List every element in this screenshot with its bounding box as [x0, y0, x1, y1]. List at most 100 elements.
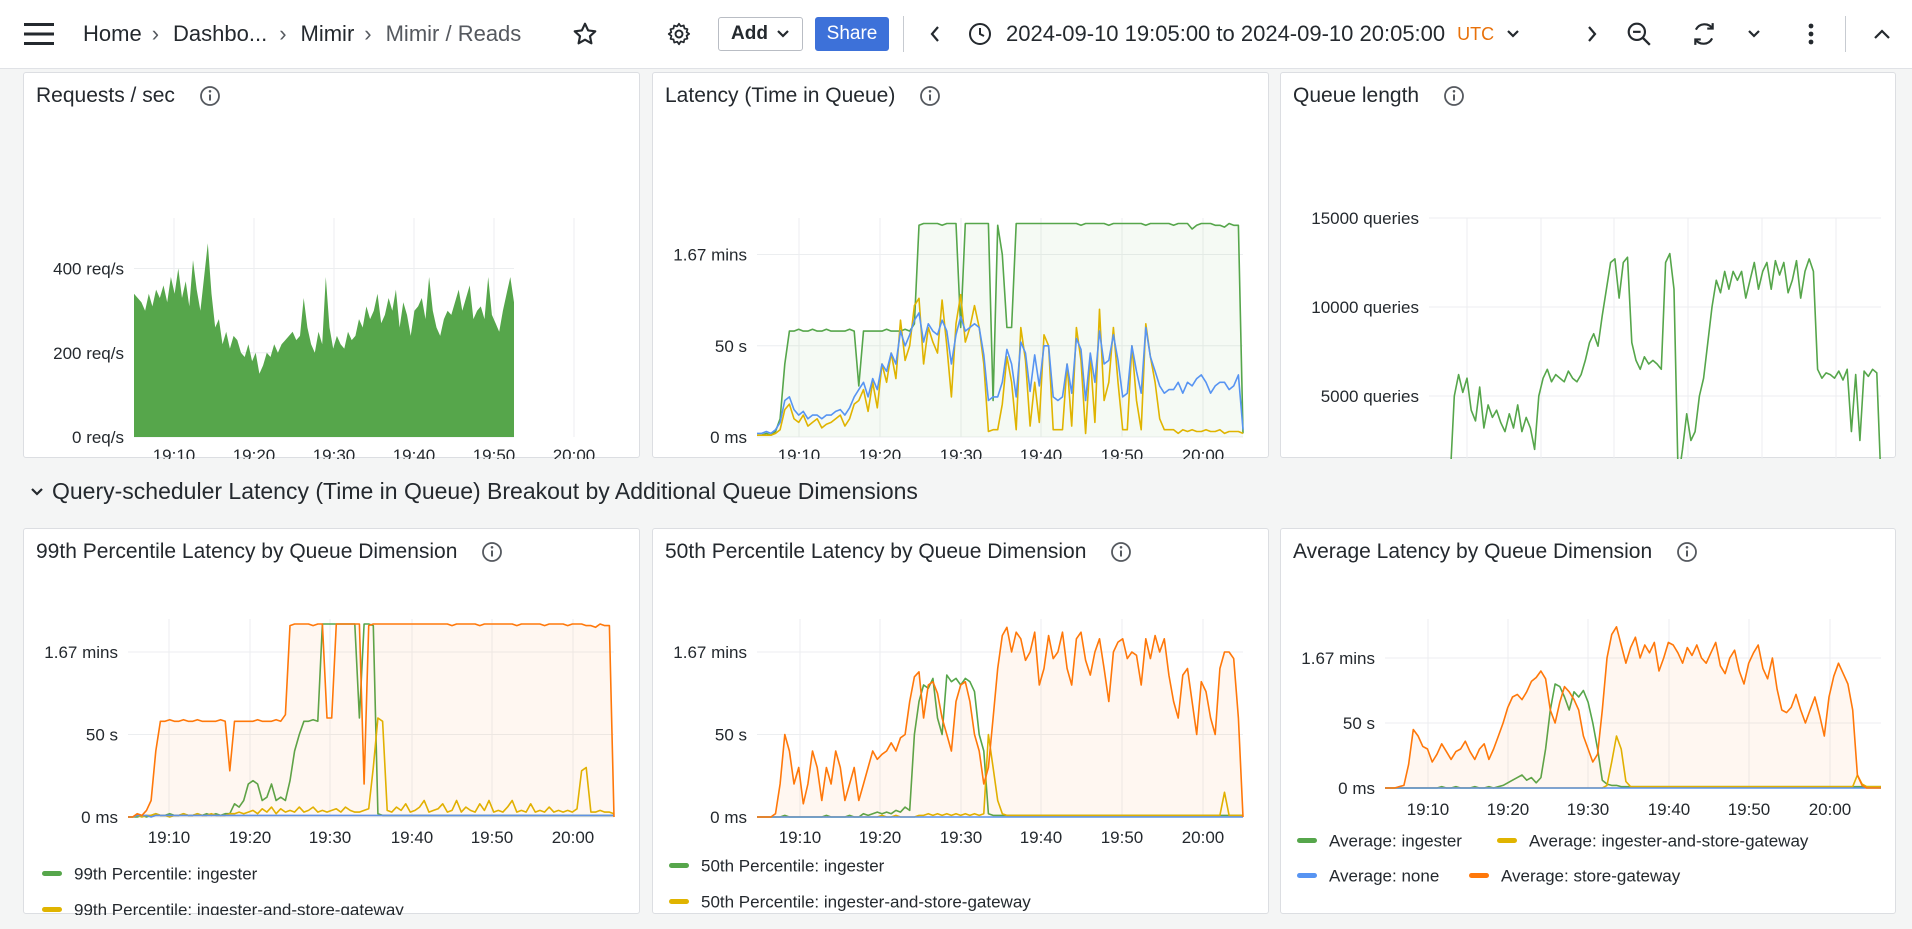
x-tick-label: 19:10	[779, 828, 822, 847]
panel-queue[interactable]: Queue length 0 queries5000 queries10000 …	[1280, 72, 1896, 459]
add-button[interactable]: Add	[718, 17, 803, 51]
panel-avg[interactable]: Average Latency by Queue Dimension 0 ms 5…	[1280, 528, 1896, 914]
legend-label: Average: ingester-and-store-gateway	[1529, 832, 1809, 851]
x-tick-label: 19:50	[1728, 800, 1771, 819]
y-tick-label: 0 ms	[710, 428, 747, 447]
y-tick-label: 1.67 mins	[673, 643, 747, 662]
y-tick-label: 50 s	[86, 726, 118, 745]
y-tick-label: 0 ms	[81, 808, 118, 827]
x-tick-label: 20:00	[553, 446, 596, 459]
chevron-down-icon	[776, 29, 790, 39]
x-tick-label: 19:50	[1101, 828, 1144, 847]
x-tick-label: 20:00	[552, 828, 595, 847]
refresh-icon[interactable]	[1689, 20, 1719, 48]
legend-swatch	[669, 899, 689, 904]
series-area-0	[134, 243, 514, 437]
chart-requests: 0 req/s 200 req/s 400 req/s 19:10 19:20 19:30…	[53, 218, 596, 459]
legend-swatch	[42, 871, 62, 876]
y-tick-label: 1.67 mins	[673, 246, 747, 265]
row-header[interactable]: Query-scheduler Latency (Time in Queue) …	[30, 478, 918, 505]
time-range-picker[interactable]: 2024-09-10 19:05:00 to 2024-09-10 20:05:…	[968, 0, 1520, 68]
y-tick-label: 400 req/s	[53, 260, 124, 279]
x-tick-label: 19:10	[1407, 800, 1450, 819]
legend-swatch	[1497, 838, 1517, 843]
panel-p50[interactable]: 50th Percentile Latency by Queue Dimensi…	[652, 528, 1269, 914]
chevron-right-icon: ›	[364, 21, 372, 46]
breadcrumb-mimir[interactable]: Mimir	[301, 21, 355, 47]
x-tick-label: 19:30	[309, 828, 352, 847]
share-button-label: Share	[826, 23, 878, 44]
x-tick-label: 19:20	[859, 446, 902, 459]
y-tick-label: 15000 queries	[1311, 209, 1419, 228]
y-tick-label: 50 s	[1343, 714, 1375, 733]
chevron-right-icon: ›	[151, 21, 160, 46]
x-tick-label: 19:30	[940, 446, 983, 459]
panel-requests[interactable]: Requests / sec 0 req/s 200 req/s 400 req/s…	[23, 72, 640, 459]
chart-queue: 0 queries5000 queries10000 queries15000 …	[1311, 209, 1881, 459]
chevron-down-icon	[30, 487, 44, 497]
x-tick-label: 19:30	[1567, 800, 1610, 819]
zoom-out-icon[interactable]	[1624, 20, 1654, 48]
y-tick-label: 50 s	[715, 337, 747, 356]
y-tick-label: 10000 queries	[1311, 298, 1419, 317]
chart-avg: 0 ms 50 s 1.67 mins 19:10 19:20 19:30 19:40 19:…	[1297, 619, 1881, 886]
x-tick-label: 19:20	[1487, 800, 1530, 819]
x-tick-label: 19:30	[940, 828, 983, 847]
x-tick-label: 19:20	[859, 828, 902, 847]
x-tick-label: 19:50	[471, 828, 514, 847]
y-tick-label: 1.67 mins	[44, 643, 118, 662]
chart-p99: 0 ms 50 s 1.67 mins 19:10 19:20 19:30 19:40 19:…	[42, 619, 615, 916]
share-button[interactable]: Share	[815, 17, 889, 51]
chart-latency: 0 ms 50 s 1.67 mins 19:10 19:20 19:30 19:40 19:…	[673, 218, 1244, 459]
y-tick-label: 0 ms	[710, 808, 747, 827]
x-tick-label: 19:40	[1648, 800, 1691, 819]
y-tick-label: 50 s	[715, 726, 747, 745]
y-tick-label: 200 req/s	[53, 344, 124, 363]
chevron-down-icon[interactable]	[1742, 24, 1766, 44]
time-range-text: 2024-09-10 19:05:00 to 2024-09-10 20:05:…	[1006, 21, 1446, 46]
x-tick-label: 19:20	[229, 828, 272, 847]
chart-p50: 0 ms 50 s 1.67 mins 19:10 19:20 19:30 19:40 19:…	[669, 619, 1244, 912]
x-tick-label: 20:00	[1182, 446, 1225, 459]
legend-swatch	[1297, 873, 1317, 878]
star-icon[interactable]	[571, 20, 599, 48]
x-tick-label: 19:20	[233, 446, 276, 459]
panel-p99[interactable]: 99th Percentile Latency by Queue Dimensi…	[23, 528, 640, 916]
panel-latency[interactable]: Latency (Time in Queue) 0 ms 50 s 1.67 min…	[652, 72, 1269, 459]
legend-swatch	[669, 863, 689, 868]
timezone-label: UTC	[1457, 23, 1495, 44]
legend-swatch	[1297, 838, 1317, 843]
toolbar-divider	[1845, 16, 1846, 52]
kebab-menu-icon[interactable]	[1798, 20, 1824, 48]
chevron-up-icon[interactable]	[1870, 22, 1894, 46]
series-area-3	[1385, 626, 1881, 788]
gear-icon[interactable]	[665, 20, 693, 48]
x-tick-label: 19:40	[1020, 828, 1063, 847]
breadcrumb-home[interactable]: Home	[83, 21, 142, 47]
chevron-down-icon	[1506, 29, 1520, 39]
breadcrumb-dashboards[interactable]: Dashbo...	[173, 21, 267, 47]
breadcrumb: Home › Dashbo... › Mimir › Mimir / Reads	[83, 0, 521, 68]
y-tick-label: 0 req/s	[72, 428, 124, 447]
toolbar-divider	[903, 16, 904, 52]
menu-icon[interactable]	[22, 18, 56, 50]
chevron-left-icon[interactable]	[923, 22, 947, 46]
row-title: Query-scheduler Latency (Time in Queue) …	[52, 478, 918, 504]
legend-label: Average: none	[1329, 867, 1439, 886]
chevron-right-icon[interactable]	[1580, 22, 1604, 46]
y-tick-label: 1.67 mins	[1301, 649, 1375, 668]
x-tick-label: 19:40	[393, 446, 436, 459]
legend-swatch	[42, 907, 62, 912]
legend-label: Average: ingester	[1329, 832, 1462, 851]
x-tick-label: 20:00	[1809, 800, 1852, 819]
x-tick-label: 19:10	[153, 446, 196, 459]
legend-label: 99th Percentile: ingester-and-store-gate…	[74, 901, 404, 916]
legend-label: 50th Percentile: ingester	[701, 857, 885, 876]
x-tick-label: 19:10	[778, 446, 821, 459]
x-tick-label: 19:50	[1101, 446, 1144, 459]
chevron-right-icon: ›	[279, 21, 287, 46]
x-tick-label: 19:40	[1020, 446, 1063, 459]
top-navbar: Home › Dashbo... › Mimir › Mimir / Reads…	[0, 0, 1912, 69]
series-line-0	[1450, 252, 1881, 459]
y-tick-label: 5000 queries	[1321, 387, 1419, 406]
